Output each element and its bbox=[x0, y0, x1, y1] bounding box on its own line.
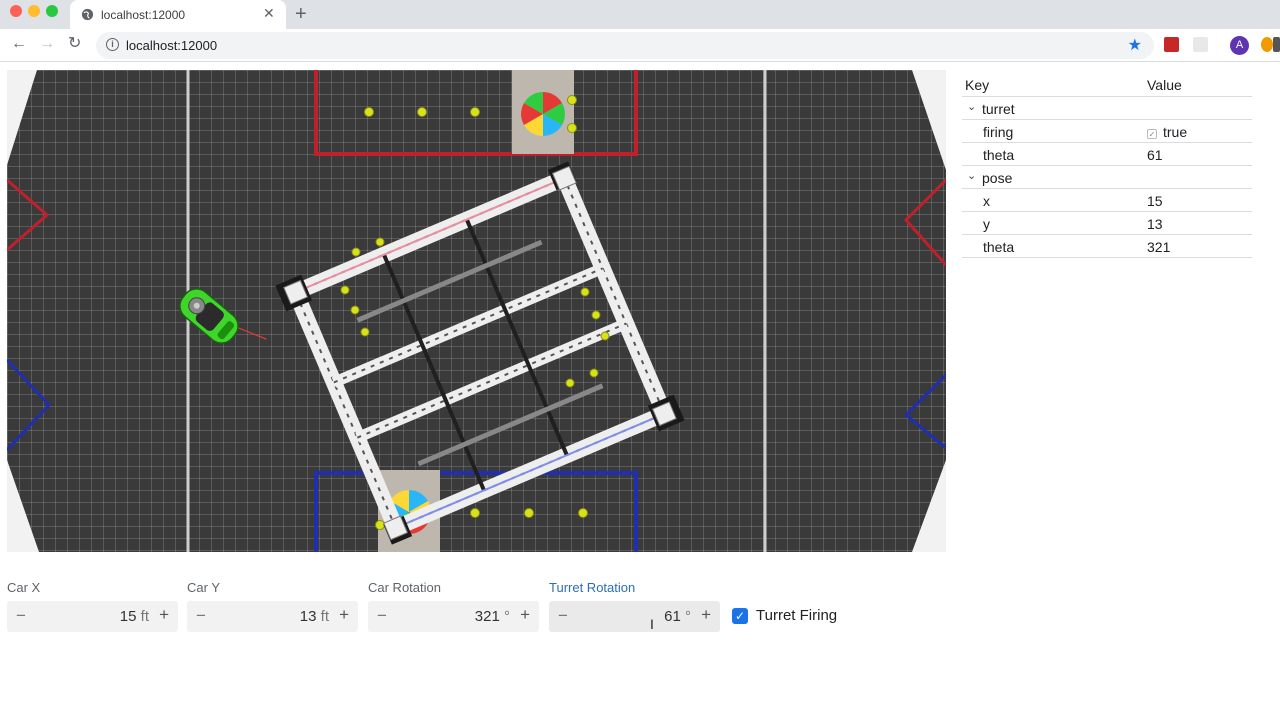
turret-rotation-label: Turret Rotation bbox=[549, 580, 636, 595]
car-x-value[interactable]: 15 ft bbox=[120, 608, 149, 625]
increment-icon[interactable]: + bbox=[339, 605, 349, 625]
field-drawing bbox=[7, 70, 946, 552]
globe-icon bbox=[81, 8, 94, 21]
row-value: 13 bbox=[1147, 216, 1163, 232]
car-rotation-control: Car Rotation − 321 ° + bbox=[368, 580, 539, 632]
wall-bottom-right bbox=[912, 460, 946, 552]
group-name: turret bbox=[982, 101, 1015, 117]
car-x-label: Car X bbox=[7, 580, 41, 595]
turret-rotation-stepper[interactable]: − 61 ° + bbox=[549, 601, 720, 632]
group-name: pose bbox=[982, 170, 1013, 186]
row-value-firing: ✓ true bbox=[1147, 124, 1187, 140]
red-chevron-right bbox=[903, 178, 946, 266]
row-value: 61 bbox=[1147, 147, 1163, 163]
car-y-label: Car Y bbox=[187, 580, 220, 595]
maximize-window-button[interactable] bbox=[46, 5, 58, 17]
row-key: theta bbox=[983, 147, 1015, 163]
car-y-value[interactable]: 13 ft bbox=[300, 608, 329, 625]
extension-grey-icon[interactable] bbox=[1193, 37, 1208, 52]
profile-avatar[interactable]: A bbox=[1230, 36, 1249, 55]
back-icon[interactable]: ← bbox=[11, 36, 27, 52]
increment-icon[interactable]: + bbox=[159, 605, 169, 625]
blue-chevron-right bbox=[903, 373, 946, 450]
red-chevron-left bbox=[7, 178, 50, 252]
row-value-text: true bbox=[1163, 124, 1188, 140]
table-row: theta 61 bbox=[962, 143, 1252, 166]
turret-rotation-control: Turret Rotation − 61 ° + bbox=[549, 580, 720, 632]
close-tab-icon[interactable]: ✕ bbox=[263, 6, 275, 20]
turret-firing-label: Turret Firing bbox=[756, 607, 838, 624]
extension-dark-icon[interactable] bbox=[1273, 37, 1280, 52]
wall-top-left bbox=[7, 70, 37, 165]
rendezvous-point bbox=[275, 161, 685, 545]
wall-bottom-left bbox=[7, 460, 39, 552]
extension-orange-icon[interactable] bbox=[1261, 37, 1273, 52]
group-row-pose[interactable]: ⌄ pose bbox=[962, 166, 1252, 189]
decrement-icon[interactable]: − bbox=[558, 606, 568, 626]
site-info-icon[interactable]: i bbox=[106, 38, 119, 51]
group-row-turret[interactable]: ⌄ turret bbox=[962, 97, 1252, 120]
url-text: localhost:12000 bbox=[126, 38, 218, 53]
color-wheel-top bbox=[521, 92, 565, 136]
row-key: theta bbox=[983, 239, 1015, 255]
tab-title: localhost:12000 bbox=[101, 8, 186, 22]
text-cursor-icon: I bbox=[650, 616, 654, 632]
car-x-stepper[interactable]: − 15 ft + bbox=[7, 601, 178, 632]
browser-tab[interactable]: localhost:12000 ✕ bbox=[70, 0, 286, 29]
row-key: x bbox=[983, 193, 990, 209]
decrement-icon[interactable]: − bbox=[16, 606, 26, 626]
wall-top-right bbox=[912, 70, 946, 170]
table-row: y 13 bbox=[962, 212, 1252, 235]
row-key: firing bbox=[983, 124, 1014, 140]
new-tab-icon[interactable]: + bbox=[295, 4, 307, 24]
car-y-stepper[interactable]: − 13 ft + bbox=[187, 601, 358, 632]
minimize-window-button[interactable] bbox=[28, 5, 40, 17]
field-view bbox=[7, 70, 946, 552]
robot-car bbox=[179, 288, 239, 344]
car-x-control: Car X − 15 ft + bbox=[7, 580, 178, 632]
car-rotation-label: Car Rotation bbox=[368, 580, 441, 595]
reload-icon[interactable]: ↻ bbox=[68, 36, 81, 52]
blue-chevron-left bbox=[7, 358, 52, 452]
decrement-icon[interactable]: − bbox=[377, 606, 387, 626]
turret-firing-checkbox[interactable]: ✓ bbox=[732, 608, 748, 624]
car-rotation-stepper[interactable]: − 321 ° + bbox=[368, 601, 539, 632]
car-rotation-value[interactable]: 321 ° bbox=[475, 608, 510, 625]
table-row: theta 321 bbox=[962, 235, 1252, 258]
address-bar[interactable]: i localhost:12000 ★ bbox=[96, 32, 1154, 59]
chevron-down-icon[interactable]: ⌄ bbox=[967, 100, 976, 113]
increment-icon[interactable]: + bbox=[520, 605, 530, 625]
car-y-control: Car Y − 13 ft + bbox=[187, 580, 358, 632]
row-key: y bbox=[983, 216, 990, 232]
checkbox-icon: ✓ bbox=[1147, 129, 1157, 139]
close-window-button[interactable] bbox=[10, 5, 22, 17]
table-row: firing ✓ true bbox=[962, 120, 1252, 143]
table-header: Key Value bbox=[962, 72, 1252, 97]
row-value: 321 bbox=[1147, 239, 1171, 255]
decrement-icon[interactable]: − bbox=[196, 606, 206, 626]
table-row: x 15 bbox=[962, 189, 1252, 212]
increment-icon[interactable]: + bbox=[701, 605, 711, 625]
bookmark-star-icon[interactable]: ★ bbox=[1128, 35, 1142, 55]
header-value: Value bbox=[1147, 77, 1182, 93]
turret-rotation-value[interactable]: 61 ° bbox=[664, 608, 691, 625]
row-value: 15 bbox=[1147, 193, 1163, 209]
browser-toolbar: ← → ↻ i localhost:12000 ★ bbox=[0, 29, 1280, 62]
extension-red-icon[interactable] bbox=[1164, 37, 1179, 52]
forward-icon[interactable]: → bbox=[39, 36, 55, 52]
header-key: Key bbox=[965, 77, 990, 93]
telemetry-table: Key Value ⌄ turret firing ✓ true theta 61… bbox=[962, 72, 1252, 258]
tab-strip: localhost:12000 ✕ + bbox=[0, 0, 1280, 29]
chevron-down-icon[interactable]: ⌄ bbox=[967, 169, 976, 182]
